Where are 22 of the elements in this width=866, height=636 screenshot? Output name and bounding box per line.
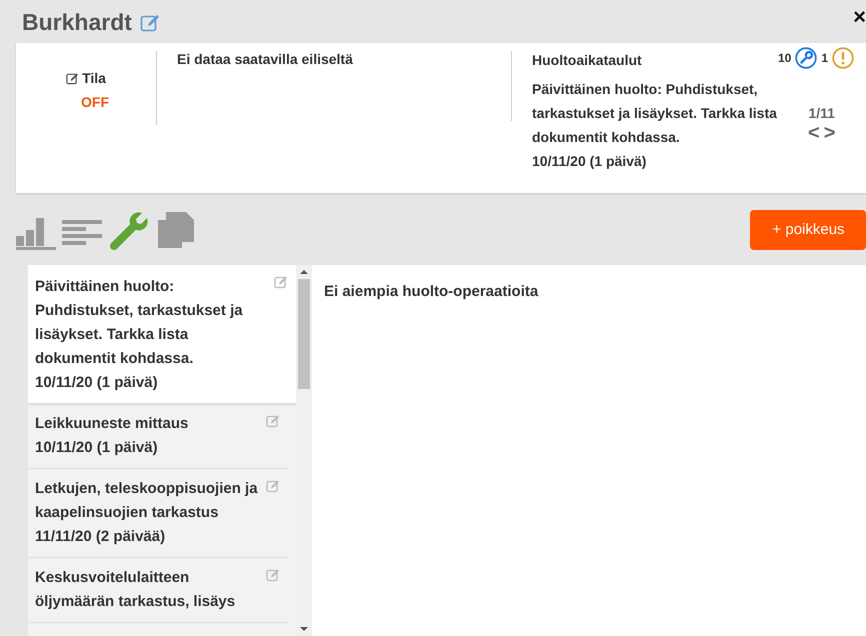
wrench-tab[interactable] [110,210,150,250]
task-item[interactable]: Letkujen, teleskooppisuojien ja kaapelinsuojien tarkastus 11/11/20 (2 päivää) [28,469,288,558]
document-tab[interactable] [156,210,196,250]
task-item[interactable]: Keskusvoitelulaitteen öljymäärän tarkastus, lisäys [28,558,288,623]
previous-button[interactable]: < [808,121,820,145]
close-button[interactable]: × [853,6,866,28]
status-value: OFF [81,94,109,110]
edit-icon[interactable] [66,72,80,84]
task-item[interactable]: Päivittäinen huolto: Puhdistukset, tarkastukset ja lisäykset. Tarkka lista dokumentit kohdassa. 10/11/20 (1 päivä) [28,265,296,404]
task-item[interactable]: Leikkuuneste mittaus 10/11/20 (1 päivä) [28,404,288,469]
status-label: Tila [82,70,106,86]
warning-count: 1 [821,51,828,65]
schedule-date: 10/11/20 (1 päivä) [532,152,648,171]
next-button[interactable]: > [824,121,836,145]
window-title: Burkhardt [22,9,132,36]
yesterday-text: Ei dataa saatavilla eiliseltä [177,51,353,67]
schedules-title: Huoltoaikataulut [532,52,642,68]
warning-icon[interactable] [832,47,854,69]
page-counter: 1/11 [808,105,835,121]
empty-history-text: Ei aiempia huolto-operaatioita [324,283,538,300]
maintenance-count: 10 [778,51,792,65]
schedule-description: Päivittäinen huolto: Puhdistukset, tarkastukset ja lisäykset. Tarkka lista dokumentit kohdassa. [532,80,778,147]
